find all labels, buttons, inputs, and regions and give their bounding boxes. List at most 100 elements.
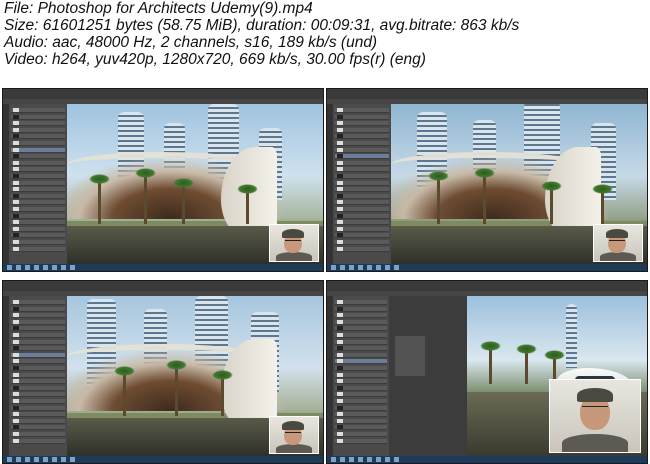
layer-row bbox=[335, 240, 389, 245]
layer-row bbox=[11, 141, 65, 146]
taskbar-app-icon[interactable] bbox=[331, 265, 336, 270]
layer-row bbox=[335, 226, 389, 232]
webcam-overlay bbox=[593, 224, 643, 262]
layer-row bbox=[335, 160, 389, 166]
layer-row bbox=[11, 180, 65, 186]
layer-row bbox=[335, 418, 387, 424]
layer-row bbox=[335, 114, 389, 120]
taskbar-app-icon[interactable] bbox=[52, 265, 57, 270]
video-line: Video: h264, yuv420p, 1280x720, 669 kb/s… bbox=[4, 51, 426, 68]
layer-row bbox=[11, 326, 65, 332]
layer-row bbox=[11, 213, 65, 219]
layer-row bbox=[335, 425, 387, 431]
layer-row bbox=[11, 121, 65, 127]
layer-row bbox=[11, 399, 65, 404]
taskbar-app-icon[interactable] bbox=[340, 265, 345, 270]
layer-row bbox=[335, 333, 387, 338]
taskbar-app-icon[interactable] bbox=[70, 457, 75, 462]
layer-row bbox=[11, 134, 65, 140]
video-thumbnail-2[interactable] bbox=[326, 88, 648, 272]
layer-row bbox=[11, 385, 65, 391]
layer-row bbox=[335, 399, 387, 404]
layer-row bbox=[335, 438, 387, 444]
taskbar-app-icon[interactable] bbox=[34, 265, 39, 270]
video-thumbnail-1[interactable] bbox=[2, 88, 324, 272]
layer-row bbox=[335, 372, 387, 378]
taskbar-app-icon[interactable] bbox=[367, 457, 372, 462]
layer-row bbox=[11, 233, 65, 239]
layer-row bbox=[11, 147, 65, 153]
layer-row bbox=[335, 220, 389, 226]
layer-row bbox=[335, 180, 389, 186]
video-thumbnail-4[interactable] bbox=[326, 280, 648, 464]
size-duration-line: Size: 61601251 bytes (58.75 MiB), durati… bbox=[4, 17, 520, 34]
layer-row bbox=[11, 220, 65, 226]
taskbar bbox=[327, 264, 647, 271]
taskbar-app-icon[interactable] bbox=[61, 265, 66, 270]
layers-panel bbox=[333, 104, 392, 264]
taskbar bbox=[327, 456, 647, 463]
taskbar-app-icon[interactable] bbox=[43, 265, 48, 270]
video-thumbnail-3[interactable] bbox=[2, 280, 324, 464]
layer-row bbox=[335, 385, 387, 391]
taskbar-app-icon[interactable] bbox=[43, 457, 48, 462]
taskbar-app-icon[interactable] bbox=[340, 457, 345, 462]
layer-row bbox=[11, 366, 65, 371]
layer-row bbox=[335, 233, 389, 239]
layer-row bbox=[335, 174, 389, 179]
taskbar-app-icon[interactable] bbox=[61, 457, 66, 462]
taskbar-app-icon[interactable] bbox=[358, 265, 363, 270]
taskbar-app-icon[interactable] bbox=[331, 457, 336, 462]
taskbar-app-icon[interactable] bbox=[394, 457, 399, 462]
layer-row bbox=[11, 339, 65, 345]
taskbar-app-icon[interactable] bbox=[385, 457, 390, 462]
layer-row bbox=[335, 405, 387, 411]
layer-row bbox=[11, 174, 65, 179]
layer-row bbox=[335, 246, 389, 252]
taskbar-app-icon[interactable] bbox=[376, 457, 381, 462]
layer-row bbox=[335, 366, 387, 371]
taskbar-app-icon[interactable] bbox=[25, 457, 30, 462]
layer-row bbox=[335, 213, 389, 219]
taskbar-app-icon[interactable] bbox=[25, 265, 30, 270]
layer-row bbox=[11, 352, 65, 358]
taskbar-app-icon[interactable] bbox=[7, 265, 12, 270]
taskbar-app-icon[interactable] bbox=[34, 457, 39, 462]
layer-row bbox=[11, 405, 65, 411]
layer-row bbox=[11, 246, 65, 252]
taskbar-app-icon[interactable] bbox=[367, 265, 372, 270]
taskbar-app-icon[interactable] bbox=[52, 457, 57, 462]
layer-row bbox=[11, 160, 65, 166]
taskbar-app-icon[interactable] bbox=[349, 457, 354, 462]
taskbar-app-icon[interactable] bbox=[16, 265, 21, 270]
taskbar-app-icon[interactable] bbox=[385, 265, 390, 270]
taskbar-app-icon[interactable] bbox=[16, 457, 21, 462]
taskbar-app-icon[interactable] bbox=[376, 265, 381, 270]
layer-row bbox=[11, 438, 65, 444]
layer-row bbox=[335, 313, 387, 319]
webcam-overlay bbox=[269, 224, 319, 262]
layer-row bbox=[335, 300, 387, 305]
taskbar-app-icon[interactable] bbox=[358, 457, 363, 462]
layer-row bbox=[335, 121, 389, 127]
layer-row bbox=[335, 127, 389, 133]
layer-row bbox=[11, 359, 65, 365]
properties-panel bbox=[389, 296, 468, 456]
layer-row bbox=[11, 418, 65, 424]
layer-row bbox=[335, 108, 389, 113]
taskbar-app-icon[interactable] bbox=[70, 265, 75, 270]
taskbar-app-icon[interactable] bbox=[394, 265, 399, 270]
layer-row bbox=[335, 167, 389, 173]
layer-row bbox=[11, 226, 65, 232]
layer-row bbox=[11, 127, 65, 133]
layer-row bbox=[335, 147, 389, 153]
layer-row bbox=[11, 108, 65, 113]
taskbar-app-icon[interactable] bbox=[7, 457, 12, 462]
taskbar-app-icon[interactable] bbox=[349, 265, 354, 270]
layer-row bbox=[11, 187, 65, 193]
layer-row bbox=[11, 300, 65, 305]
layers-panel bbox=[333, 296, 390, 456]
layer-row bbox=[11, 313, 65, 319]
audio-line: Audio: aac, 48000 Hz, 2 channels, s16, 1… bbox=[4, 34, 378, 51]
layers-panel bbox=[9, 104, 68, 264]
